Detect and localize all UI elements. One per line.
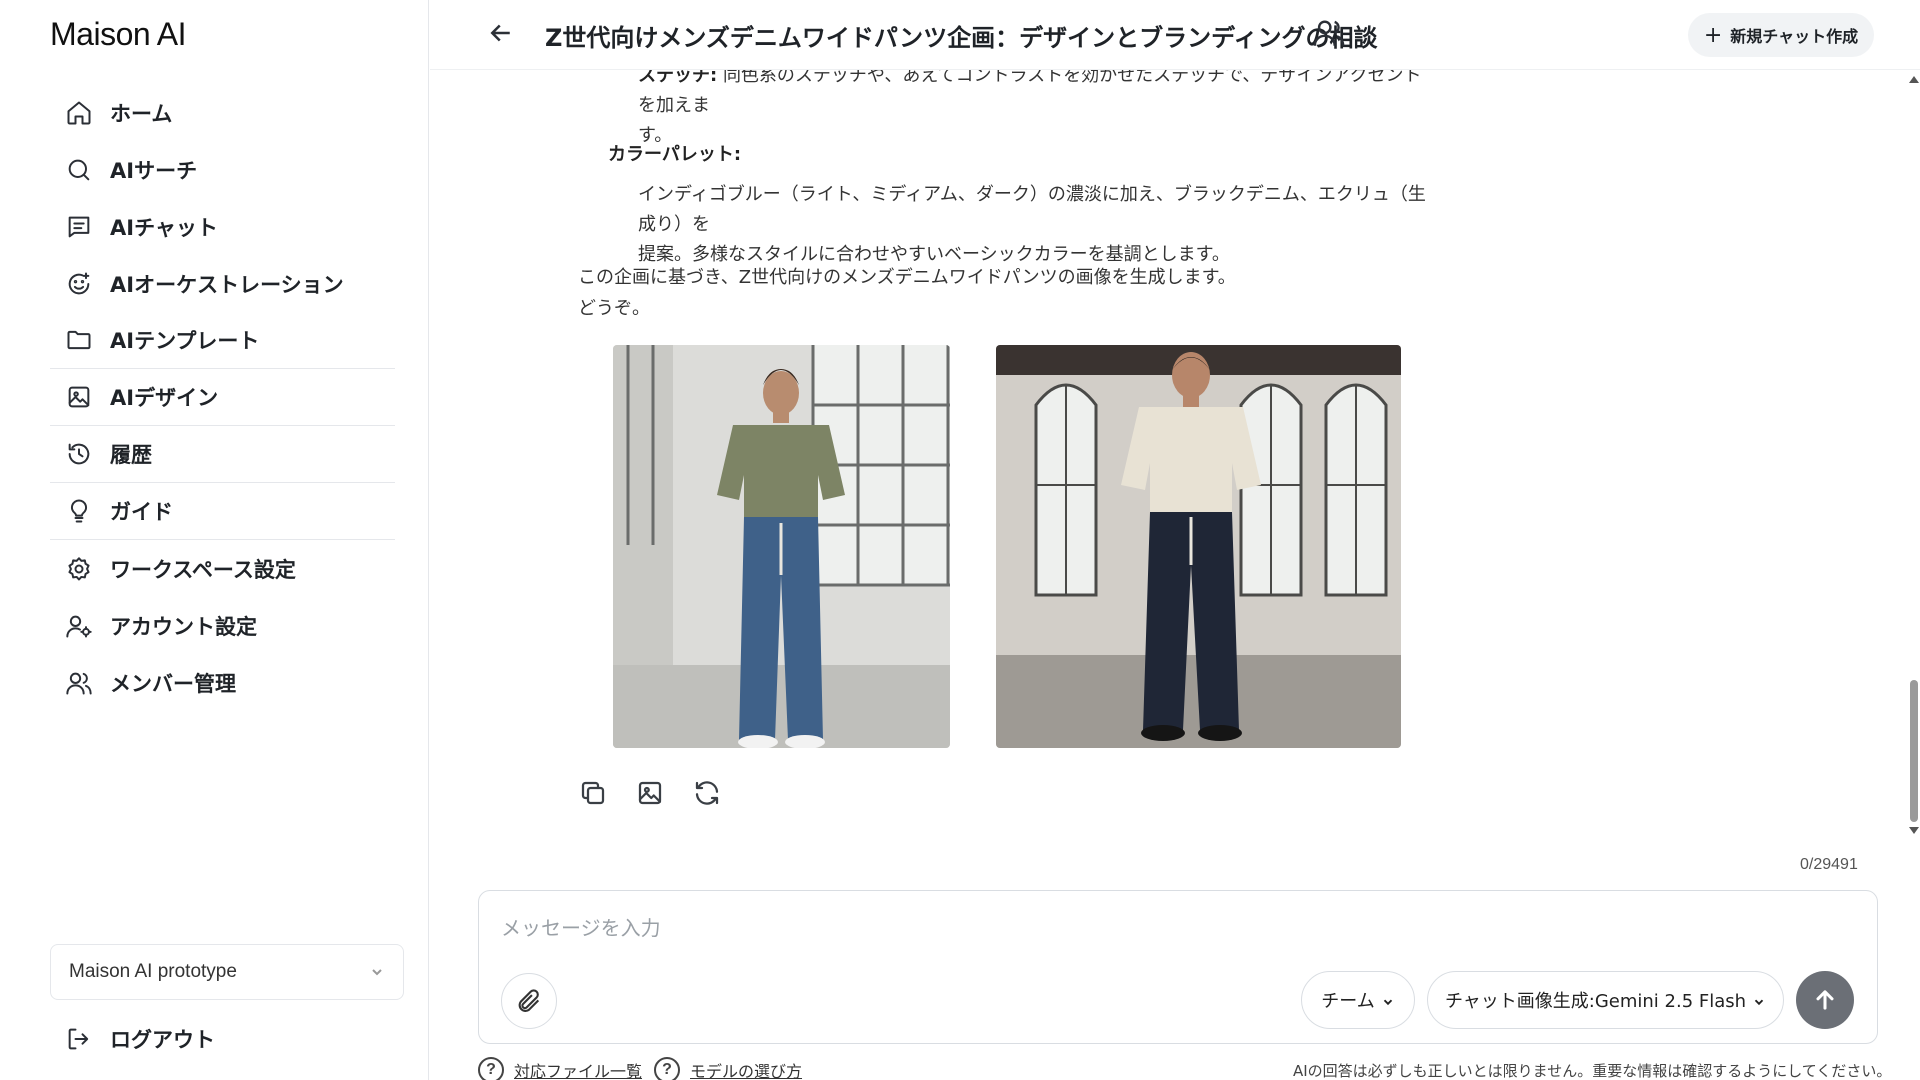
message-input[interactable]: [501, 911, 1841, 945]
sidebar-item-label: アカウント設定: [110, 614, 257, 639]
regenerate-button[interactable]: [692, 778, 726, 812]
image-icon: [638, 781, 662, 805]
closing-text-2: どうぞ。: [578, 298, 650, 319]
back-button[interactable]: [486, 18, 520, 52]
scroll-up-arrow-icon[interactable]: [1909, 76, 1919, 83]
copy-icon: [581, 781, 605, 805]
help-icon: ?: [478, 1057, 504, 1080]
users-icon: [64, 668, 94, 698]
chevron-down-icon: [1752, 993, 1766, 1007]
logout-button[interactable]: ログアウト: [50, 1024, 215, 1054]
sidebar-item-guide[interactable]: ガイド: [50, 483, 395, 540]
chat-title: Z世代向けメンズデニムワイドパンツ企画：デザインとブランディングの相談: [545, 24, 1378, 52]
model-guide-link[interactable]: ? モデルの選び方: [654, 1057, 802, 1080]
orchestration-icon: [64, 269, 94, 299]
sidebar-item-ai-chat[interactable]: AIチャット: [50, 198, 395, 255]
generated-image-2[interactable]: [996, 345, 1401, 748]
chevron-down-icon: [369, 964, 385, 980]
lightbulb-icon: [64, 496, 94, 526]
help-icon: ?: [654, 1057, 680, 1080]
sidebar-nav: ホーム AIサーチ AIチャット AIオーケストレーション AIテンプレート A…: [50, 84, 395, 711]
home-icon: [64, 98, 94, 128]
sidebar-item-ai-design[interactable]: AIデザイン: [50, 369, 395, 426]
sidebar-item-home[interactable]: ホーム: [50, 84, 395, 141]
workspace-name: Maison AI prototype: [69, 961, 237, 982]
generated-image-1[interactable]: [613, 345, 950, 748]
sidebar-item-ai-template[interactable]: AIテンプレート: [50, 312, 395, 369]
model-select[interactable]: チャット画像生成:Gemini 2.5 Flash: [1427, 971, 1784, 1029]
search-icon: [64, 155, 94, 185]
generated-image-2-art: [996, 345, 1401, 748]
refresh-icon: [695, 781, 719, 805]
plus-icon: +: [1703, 22, 1723, 48]
sidebar-item-label: AIデザイン: [110, 386, 219, 410]
chat-header: Z世代向けメンズデニムワイドパンツ企画：デザインとブランディングの相談 + 新規…: [430, 0, 1920, 70]
brand-logo[interactable]: Maison AI: [50, 16, 187, 53]
closing-paragraph: この企画に基づき、Z世代向けのメンズデニムワイドパンツの画像を生成します。 どう…: [578, 262, 1378, 324]
sidebar-item-label: AIチャット: [110, 215, 218, 240]
stitch-paragraph: ステッチ: 同色系のステッチや、あえてコントラストを効かせたステッチで、デザイン…: [638, 70, 1428, 151]
sidebar-item-account-settings[interactable]: アカウント設定: [50, 597, 395, 654]
palette-paragraph: インディゴブルー（ライト、ミディアム、ダーク）の濃淡に加え、ブラックデニム、エク…: [638, 180, 1438, 270]
sidebar-item-history[interactable]: 履歴: [50, 426, 395, 483]
generated-image-1-art: [613, 345, 950, 748]
app-root: Maison AI ホーム AIサーチ AIチャット AIオーケストレーション …: [0, 0, 1920, 1080]
folder-icon: [64, 325, 94, 355]
sidebar-item-label: 履歴: [110, 443, 152, 467]
sidebar-item-member-management[interactable]: メンバー管理: [50, 654, 395, 711]
arrow-left-icon: [490, 24, 510, 42]
char-count: 0/29491: [1800, 856, 1858, 873]
sidebar-item-label: ホーム: [110, 101, 173, 126]
stitch-text: 同色系のステッチや、あえてコントラストを効かせたステッチで、デザインアクセントを…: [638, 70, 1422, 116]
paperclip-icon: [518, 989, 540, 1012]
logout-label: ログアウト: [110, 1028, 215, 1052]
closing-text-1: この企画に基づき、Z世代向けのメンズデニムワイドパンツの画像を生成します。: [578, 267, 1236, 288]
chevron-down-icon: [1381, 993, 1395, 1007]
sidebar-item-label: ワークスペース設定: [110, 557, 296, 582]
scope-label: チーム: [1321, 991, 1375, 1012]
new-chat-button[interactable]: + 新規チャット作成: [1688, 13, 1874, 57]
history-icon: [64, 439, 94, 469]
chat-icon: [64, 212, 94, 242]
image-icon: [64, 382, 94, 412]
sidebar: Maison AI ホーム AIサーチ AIチャット AIオーケストレーション …: [0, 0, 429, 1080]
attach-button[interactable]: [501, 973, 557, 1029]
members-icon[interactable]: [1312, 16, 1348, 52]
workspace-select[interactable]: Maison AI prototype: [50, 944, 404, 1000]
sidebar-item-label: メンバー管理: [110, 671, 236, 696]
send-button[interactable]: [1796, 971, 1854, 1029]
palette-text-1: インディゴブルー（ライト、ミディアム、ダーク）の濃淡に加え、ブラックデニム、エク…: [638, 184, 1426, 235]
sidebar-item-label: AIオーケストレーション: [110, 272, 344, 297]
scope-select[interactable]: チーム: [1301, 971, 1415, 1029]
arrow-up-icon: [1816, 990, 1834, 1010]
new-chat-label: 新規チャット作成: [1730, 27, 1859, 46]
user-settings-icon: [64, 611, 94, 641]
logout-icon: [64, 1024, 94, 1054]
model-label: チャット画像生成:Gemini 2.5 Flash: [1444, 991, 1747, 1012]
gear-icon: [64, 554, 94, 584]
model-guide-label: モデルの選び方: [690, 1062, 803, 1080]
scroll-down-arrow-icon[interactable]: [1909, 827, 1919, 834]
sidebar-item-workspace-settings[interactable]: ワークスペース設定: [50, 540, 395, 597]
message-composer: チーム チャット画像生成:Gemini 2.5 Flash: [478, 890, 1878, 1044]
scroll-thumb[interactable]: [1910, 680, 1918, 822]
palette-label: カラーパレット:: [608, 144, 742, 165]
image-action-button[interactable]: [635, 778, 669, 812]
sidebar-item-label: ガイド: [110, 500, 173, 524]
sidebar-item-ai-orchestration[interactable]: AIオーケストレーション: [50, 255, 395, 312]
supported-files-label: 対応ファイル一覧: [514, 1062, 643, 1080]
sidebar-item-ai-search[interactable]: AIサーチ: [50, 141, 395, 198]
sidebar-item-label: AIサーチ: [110, 158, 198, 183]
chat-scrollbar[interactable]: [1908, 70, 1920, 840]
chat-messages: ステッチ: 同色系のステッチや、あえてコントラストを効かせたステッチで、デザイン…: [430, 70, 1908, 840]
ai-disclaimer: AIの回答は必ずしも正しいとは限りません。重要な情報は確認するようにしてください…: [1293, 1062, 1892, 1080]
copy-button[interactable]: [578, 778, 612, 812]
stitch-label: ステッチ:: [638, 70, 718, 86]
sidebar-item-label: AIテンプレート: [110, 329, 260, 353]
supported-files-link[interactable]: ? 対応ファイル一覧: [478, 1057, 642, 1080]
